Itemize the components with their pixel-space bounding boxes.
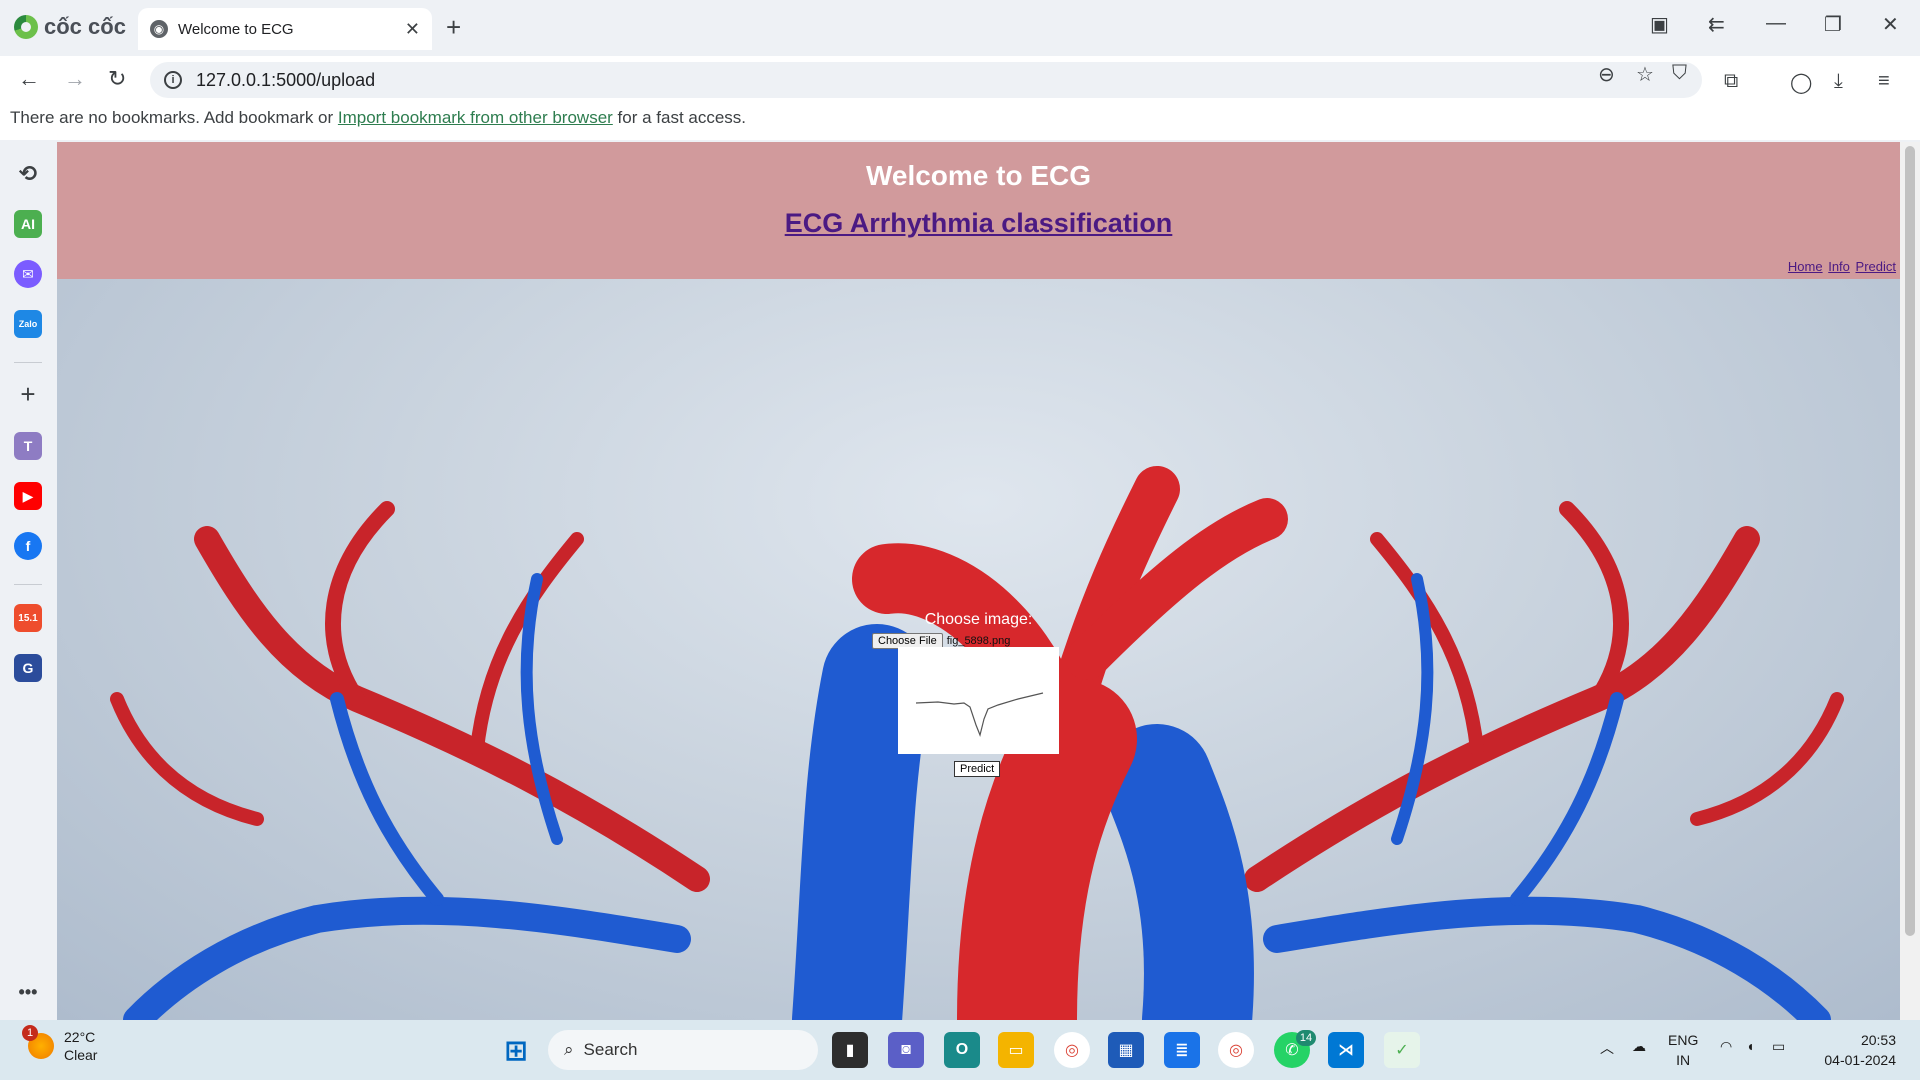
reload-icon[interactable]: ↻ <box>108 66 126 92</box>
menu-icon[interactable]: ≡ <box>1878 70 1890 93</box>
new-tab-icon[interactable]: + <box>446 12 461 43</box>
extensions-icon[interactable]: ⧉ <box>1724 70 1738 93</box>
tab-title: Welcome to ECG <box>178 20 294 38</box>
bookmarks-suffix-text: for a fast access. <box>612 108 747 127</box>
selected-file-name: fig_5898.png <box>946 635 1011 647</box>
browser-tab-active[interactable]: ◉ Welcome to ECG ✕ <box>138 8 432 50</box>
history-icon[interactable]: ⟲ <box>14 160 42 188</box>
ai-icon[interactable]: AI <box>14 210 42 238</box>
region-code: IN <box>1676 1052 1691 1068</box>
profile-icon[interactable]: ◯ <box>1790 70 1812 95</box>
weather-temperature: 22°C <box>64 1029 96 1045</box>
page-viewport: Welcome to ECG ECG Arrhythmia classifica… <box>57 142 1900 1020</box>
page-scrollbar[interactable] <box>1900 142 1920 1020</box>
onedrive-icon[interactable]: ☁ <box>1632 1038 1646 1055</box>
forward-icon[interactable]: → <box>64 66 86 92</box>
facebook-icon[interactable]: f <box>14 532 42 560</box>
browser-toolbar: ← → ↻ i 127.0.0.1:5000/upload ⊖ ☆ ⛉ ⧉ ◯ … <box>0 56 1920 104</box>
notepad-icon[interactable]: ≣ <box>1164 1032 1200 1068</box>
bookmarks-empty-text: There are no bookmarks. Add bookmark or <box>10 108 338 127</box>
sidebar-divider <box>14 362 42 363</box>
search-icon: ⌕ <box>564 1040 574 1059</box>
ecg-preview-image <box>898 647 1059 754</box>
add-icon[interactable]: + <box>14 379 42 409</box>
weather-widget[interactable]: 1 22°C Clear <box>22 1025 98 1064</box>
scrollbar-thumb[interactable] <box>1905 146 1915 936</box>
choose-image-label: Choose image: <box>924 611 1033 628</box>
task-view-icon[interactable]: ▮ <box>832 1032 868 1068</box>
screenshot-icon[interactable]: ▣ <box>1650 12 1669 37</box>
nav-home-link[interactable]: Home <box>1788 259 1823 274</box>
whatsapp-badge: 14 <box>1296 1030 1316 1046</box>
clock-date: 04-01-2024 <box>1824 1052 1896 1068</box>
tray-chevron-icon[interactable]: ︿ <box>1600 1038 1614 1058</box>
file-explorer-icon[interactable]: ▭ <box>998 1032 1034 1068</box>
top-nav: Home Info Predict <box>1786 259 1896 274</box>
window-close-icon[interactable]: ✕ <box>1882 12 1899 37</box>
teams-icon[interactable]: ◙ <box>888 1032 924 1068</box>
address-bar[interactable]: i 127.0.0.1:5000/upload <box>150 62 1702 98</box>
coccoc-logo-icon <box>14 15 38 39</box>
language-code: ENG <box>1668 1032 1699 1048</box>
browser-titlebar: cốc cốc ◉ Welcome to ECG ✕ + ▣ ⇇ — ❐ ✕ <box>0 0 1920 56</box>
sidebar-divider <box>14 584 42 585</box>
store-icon[interactable]: ▦ <box>1108 1032 1144 1068</box>
browser-sidebar: ⟲ AI ✉ Zalo + T ▶ f 15.1 G ••• <box>0 140 56 1020</box>
t-app-icon[interactable]: T <box>14 432 42 460</box>
app-o-icon[interactable]: O <box>944 1032 980 1068</box>
wifi-icon[interactable]: ◠ <box>1720 1038 1732 1055</box>
tab-close-icon[interactable]: ✕ <box>405 19 420 40</box>
weather-badge: 1 <box>22 1025 38 1041</box>
weather-sun-icon: 1 <box>22 1025 54 1059</box>
page-subtitle: ECG Arrhythmia classification <box>57 208 1900 239</box>
windows-start-icon[interactable]: ⊞ <box>498 1032 534 1068</box>
import-bookmarks-link[interactable]: Import bookmark from other browser <box>338 108 613 127</box>
vscode-icon[interactable]: ⋊ <box>1328 1032 1364 1068</box>
chrome-icon[interactable]: ◎ <box>1054 1032 1090 1068</box>
volume-icon[interactable]: ◖ <box>1746 1038 1754 1054</box>
bookmark-star-icon[interactable]: ☆ <box>1636 62 1654 87</box>
ecg-waveform <box>915 692 1044 737</box>
nav-info-link[interactable]: Info <box>1828 259 1850 274</box>
weather-condition: Clear <box>64 1047 98 1063</box>
battery-icon[interactable]: ▭ <box>1772 1038 1785 1055</box>
download-icon[interactable]: ⤓ <box>1834 70 1843 93</box>
messenger-icon[interactable]: ✉ <box>14 260 42 288</box>
predict-button[interactable]: Predict <box>954 761 1001 777</box>
zalo-icon[interactable]: Zalo <box>14 310 42 338</box>
shopee-icon[interactable]: 15.1 <box>14 604 42 632</box>
page-header: Welcome to ECG ECG Arrhythmia classifica… <box>57 142 1900 279</box>
ecg-classification-link[interactable]: ECG Arrhythmia classification <box>785 208 1173 238</box>
language-indicator[interactable]: ENG IN <box>1668 1030 1698 1070</box>
minimize-icon[interactable]: — <box>1766 12 1786 35</box>
zoom-out-icon[interactable]: ⊖ <box>1598 62 1615 87</box>
shield-icon[interactable]: ⛉ <box>1672 62 1687 85</box>
clock-time: 20:53 <box>1860 1032 1896 1048</box>
browser-brand[interactable]: cốc cốc <box>14 14 126 40</box>
browser-brand-label: cốc cốc <box>44 14 126 39</box>
windows-taskbar: 1 22°C Clear ⊞ ⌕ Search ▮ ◙ O ▭ ◎ ▦ ≣ ◎ … <box>0 1020 1920 1080</box>
game-icon[interactable]: G <box>14 654 42 682</box>
back-icon[interactable]: ← <box>18 66 40 92</box>
more-icon[interactable]: ••• <box>14 978 42 1006</box>
youtube-icon[interactable]: ▶ <box>14 482 42 510</box>
globe-icon: ◉ <box>150 20 168 38</box>
restore-icon[interactable]: ❐ <box>1824 12 1842 37</box>
chrome-profile-icon[interactable]: ◎ <box>1218 1032 1254 1068</box>
bookmarks-bar: There are no bookmarks. Add bookmark or … <box>0 104 1920 140</box>
url-text[interactable]: 127.0.0.1:5000/upload <box>196 70 375 91</box>
site-info-icon[interactable]: i <box>164 71 182 89</box>
taskbar-clock[interactable]: 20:53 04-01-2024 <box>1816 1030 1896 1070</box>
taskbar-search[interactable]: ⌕ Search <box>548 1030 818 1070</box>
tab-search-icon[interactable]: ⇇ <box>1708 12 1725 37</box>
search-placeholder: Search <box>583 1040 638 1059</box>
coccoc-taskbar-icon[interactable]: ✓ <box>1384 1032 1420 1068</box>
page-title: Welcome to ECG <box>865 160 1092 191</box>
nav-predict-link[interactable]: Predict <box>1856 259 1896 274</box>
